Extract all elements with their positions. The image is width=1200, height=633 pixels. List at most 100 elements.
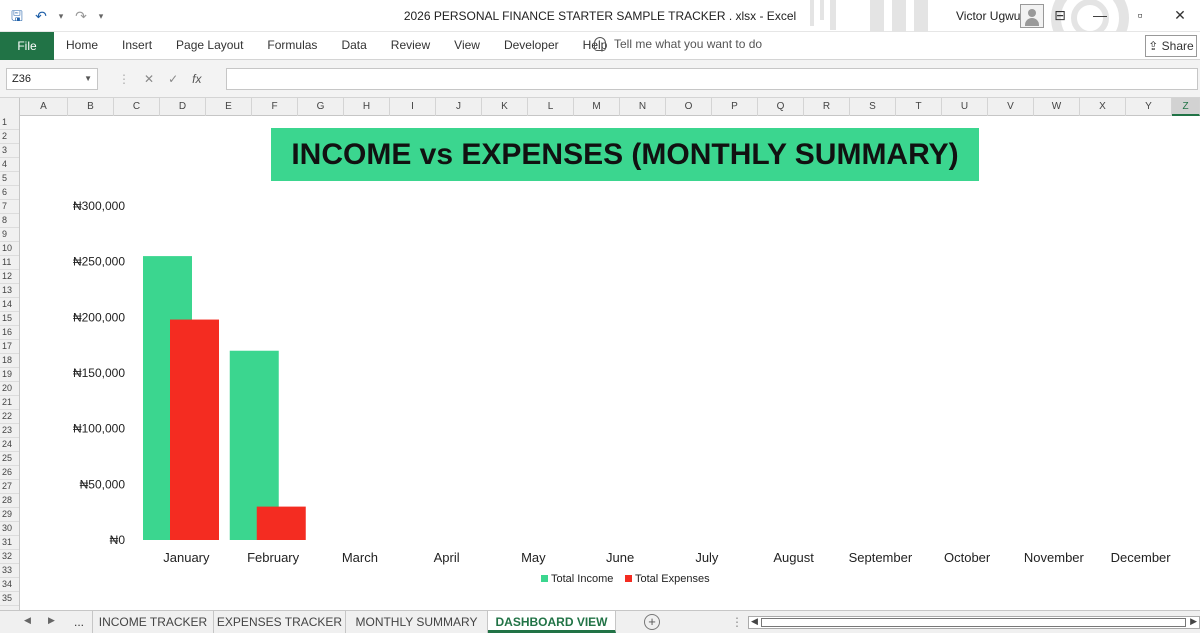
row-header-34[interactable]: 34 [0,578,19,592]
column-header-m[interactable]: M [574,98,620,116]
tab-page-layout[interactable]: Page Layout [164,32,255,60]
column-header-z[interactable]: Z [1172,98,1200,116]
row-header-5[interactable]: 5 [0,172,19,186]
column-header-v[interactable]: V [988,98,1034,116]
column-header-g[interactable]: G [298,98,344,116]
column-header-h[interactable]: H [344,98,390,116]
row-header-32[interactable]: 32 [0,550,19,564]
column-header-j[interactable]: J [436,98,482,116]
row-header-3[interactable]: 3 [0,144,19,158]
formula-input[interactable] [226,68,1198,90]
column-header-x[interactable]: X [1080,98,1126,116]
row-header-17[interactable]: 17 [0,340,19,354]
insert-function-icon[interactable]: fx [192,72,201,86]
tab-view[interactable]: View [442,32,492,60]
column-header-t[interactable]: T [896,98,942,116]
horizontal-scrollbar[interactable]: ◀ ▶ [748,616,1200,629]
column-header-l[interactable]: L [528,98,574,116]
column-header-p[interactable]: P [712,98,758,116]
row-header-22[interactable]: 22 [0,410,19,424]
row-header-33[interactable]: 33 [0,564,19,578]
column-header-d[interactable]: D [160,98,206,116]
row-header-2[interactable]: 2 [0,130,19,144]
row-header-31[interactable]: 31 [0,536,19,550]
redo-icon[interactable]: ↷ [72,6,90,26]
save-icon[interactable]: 🖫 [8,6,26,26]
column-header-f[interactable]: F [252,98,298,116]
chevron-down-icon[interactable]: ▼ [84,69,92,89]
tab-review[interactable]: Review [379,32,442,60]
tab-home[interactable]: Home [54,32,110,60]
cancel-icon[interactable]: ✕ [144,72,154,86]
column-header-y[interactable]: Y [1126,98,1172,116]
tab-developer[interactable]: Developer [492,32,571,60]
column-header-c[interactable]: C [114,98,160,116]
row-header-26[interactable]: 26 [0,466,19,480]
enter-icon[interactable]: ✓ [168,72,178,86]
column-header-w[interactable]: W [1034,98,1080,116]
minimize-icon[interactable]: — [1080,4,1120,26]
row-header-1[interactable]: 1 [0,116,19,130]
row-header-29[interactable]: 29 [0,508,19,522]
row-header-7[interactable]: 7 [0,200,19,214]
column-header-o[interactable]: O [666,98,712,116]
tab-splitter-icon[interactable]: ⋮ [731,615,743,629]
sheet-tab-expenses-tracker[interactable]: EXPENSES TRACKER [214,611,346,633]
row-header-6[interactable]: 6 [0,186,19,200]
row-header-10[interactable]: 10 [0,242,19,256]
row-header-15[interactable]: 15 [0,312,19,326]
column-header-b[interactable]: B [68,98,114,116]
column-header-u[interactable]: U [942,98,988,116]
column-header-s[interactable]: S [850,98,896,116]
row-header-35[interactable]: 35 [0,592,19,606]
row-header-23[interactable]: 23 [0,424,19,438]
sheet-tab-dashboard-view[interactable]: DASHBOARD VIEW [488,611,616,633]
column-header-n[interactable]: N [620,98,666,116]
row-header-21[interactable]: 21 [0,396,19,410]
undo-icon[interactable]: ↶ [32,6,50,26]
scrollbar-thumb[interactable] [761,618,1186,627]
tab-file[interactable]: File [0,32,54,60]
row-header-8[interactable]: 8 [0,214,19,228]
row-header-13[interactable]: 13 [0,284,19,298]
income-expenses-chart[interactable]: ₦0 ₦50,000 ₦100,000 ₦150,000 ₦200,000 ₦250,00… [21,116,1200,610]
row-header-9[interactable]: 9 [0,228,19,242]
more-sheets-button[interactable]: ... [74,615,84,629]
sheet-tab-income-tracker[interactable]: INCOME TRACKER [92,611,214,633]
column-header-e[interactable]: E [206,98,252,116]
row-header-24[interactable]: 24 [0,438,19,452]
tab-formulas[interactable]: Formulas [255,32,329,60]
share-button[interactable]: ⇪ Share [1145,35,1197,57]
ribbon-display-options-icon[interactable]: ⊟ [1040,4,1080,26]
tell-me-search[interactable]: Tell me what you want to do [594,37,762,51]
row-header-14[interactable]: 14 [0,298,19,312]
column-header-r[interactable]: R [804,98,850,116]
row-header-18[interactable]: 18 [0,354,19,368]
row-header-20[interactable]: 20 [0,382,19,396]
row-header-30[interactable]: 30 [0,522,19,536]
row-header-16[interactable]: 16 [0,326,19,340]
scroll-tabs-left-icon[interactable]: ◀ [24,615,31,626]
user-name[interactable]: Victor Ugwu [956,9,1020,23]
column-header-i[interactable]: I [390,98,436,116]
close-icon[interactable]: ✕ [1160,4,1200,26]
restore-icon[interactable]: ▫ [1120,4,1160,26]
row-header-11[interactable]: 11 [0,256,19,270]
sheet-tab-monthly-summary[interactable]: MONTHLY SUMMARY [346,611,488,633]
select-all-corner[interactable] [0,98,20,116]
row-header-4[interactable]: 4 [0,158,19,172]
worksheet[interactable]: INCOME vs EXPENSES (MONTHLY SUMMARY) ₦0 ₦… [21,116,1200,610]
row-header-28[interactable]: 28 [0,494,19,508]
tab-data[interactable]: Data [329,32,378,60]
add-sheet-button[interactable]: + [644,614,660,630]
row-header-25[interactable]: 25 [0,452,19,466]
name-box[interactable]: Z36 ▼ [6,68,98,90]
scroll-left-icon[interactable]: ◀ [751,616,758,627]
tab-insert[interactable]: Insert [110,32,164,60]
undo-dropdown-icon[interactable]: ▾ [56,6,66,26]
row-header-27[interactable]: 27 [0,480,19,494]
customize-toolbar-icon[interactable]: ▾ [96,6,106,26]
column-header-a[interactable]: A [20,98,68,116]
scroll-tabs-right-icon[interactable]: ▶ [48,615,55,626]
column-header-q[interactable]: Q [758,98,804,116]
